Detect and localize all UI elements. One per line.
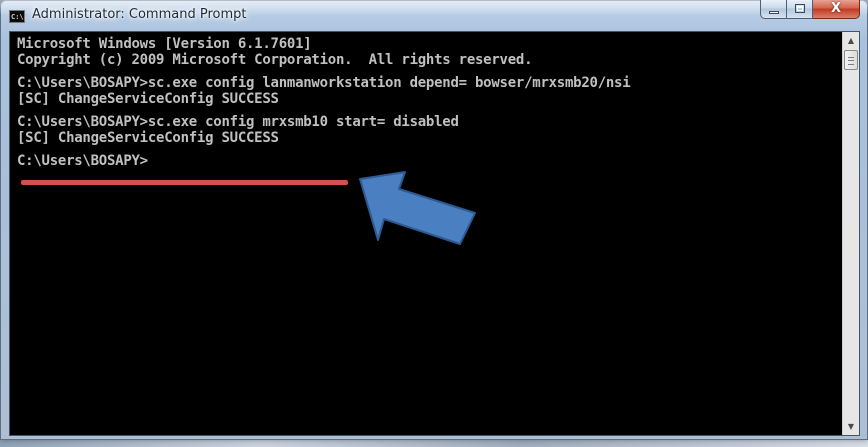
arrow-shape: [359, 171, 476, 245]
pointer-arrow-icon: [359, 171, 476, 245]
